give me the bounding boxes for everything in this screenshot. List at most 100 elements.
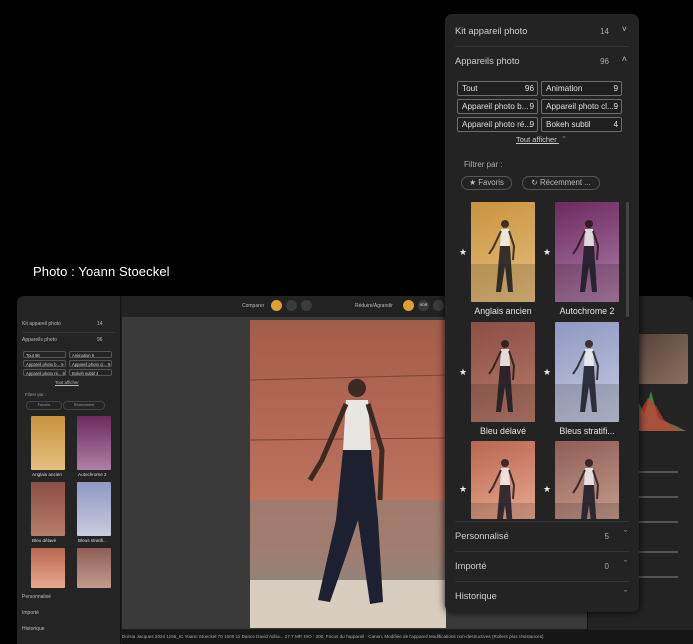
section-title: Historique	[455, 591, 497, 601]
filter-label: Filtrer par :	[464, 160, 503, 169]
chevron-up-icon: ˄	[621, 54, 627, 64]
section-cameras[interactable]: Appareils photo 96 ˄	[445, 46, 639, 76]
dancer-silhouette	[555, 340, 619, 422]
category-count: 9	[613, 102, 618, 111]
filter-favorites-button[interactable]: ★ Favoris	[461, 176, 512, 190]
reduce-label: Réduire/Agrandir	[355, 303, 393, 309]
app-cat-b[interactable]: Appareil photo b... 9	[23, 360, 66, 367]
app-filter-recent[interactable]: Récemment	[63, 401, 105, 410]
app-look-name: Autochrome 2	[78, 472, 107, 477]
dancer-silhouette	[555, 459, 619, 519]
category-count: 96	[524, 84, 534, 93]
app-look-thumb[interactable]	[31, 482, 65, 536]
section-imported[interactable]: Importé 0 ˇ	[445, 551, 639, 581]
app-look-name: Bleus stratifi...	[78, 538, 107, 543]
look-thumbnail-autochrome[interactable]	[555, 202, 619, 302]
category-count: 9	[529, 102, 534, 111]
star-icon[interactable]: ★	[459, 484, 467, 495]
app-look-thumb[interactable]	[77, 482, 111, 536]
app-kit-count: 14	[97, 321, 103, 327]
category-camera-b[interactable]: Appareil photo b... 9	[457, 99, 538, 114]
compare-button[interactable]	[271, 300, 282, 311]
look-name: Bleus stratifi...	[559, 426, 615, 436]
category-count: 9	[529, 120, 534, 129]
app-filter-favorites[interactable]: Favoris	[26, 401, 62, 410]
look-thumbnail-bleu-delave[interactable]	[471, 322, 535, 422]
app-look-name: Bleu délavé	[32, 538, 57, 543]
category-bokeh[interactable]: Bokeh subtil 4	[541, 117, 622, 132]
app-custom-title[interactable]: Personnalisé	[22, 594, 51, 600]
compare-label: Comparer	[242, 303, 265, 309]
app-look-name: Anglais ancien	[32, 472, 62, 477]
app-filter-label: Filtrer par :	[25, 392, 47, 397]
star-icon[interactable]: ★	[543, 484, 551, 495]
section-title: Importé	[455, 561, 487, 571]
category-camera-cl[interactable]: Appareil photo cl... 9	[541, 99, 622, 114]
app-cat-animation[interactable]: Animation 9	[69, 351, 112, 358]
category-label: Animation	[546, 84, 583, 93]
dancer-illustration	[249, 374, 447, 628]
category-label: Appareil photo cl...	[546, 102, 614, 111]
category-all[interactable]: Tout 96	[457, 81, 538, 96]
chevron-down-icon: ˇ	[562, 135, 566, 144]
dancer-silhouette	[555, 220, 619, 302]
category-label: Appareil photo b...	[462, 102, 529, 111]
section-count: 14	[600, 27, 609, 36]
fit-button[interactable]	[433, 300, 444, 311]
chevron-down-icon: ˇ	[624, 529, 627, 539]
app-look-thumb[interactable]	[31, 548, 65, 588]
category-count: 4	[613, 120, 618, 129]
dancer-silhouette	[471, 220, 535, 302]
category-animation[interactable]: Animation 9	[541, 81, 622, 96]
section-count: 0	[604, 562, 609, 571]
show-all-link[interactable]: Tout afficher ˇ	[516, 135, 565, 144]
category-label: Bokeh subtil	[546, 120, 591, 129]
zoom-button[interactable]	[403, 300, 414, 311]
section-title: Appareils photo	[455, 56, 520, 66]
star-icon[interactable]: ★	[459, 367, 467, 378]
hdr-button[interactable]: HDR	[418, 300, 429, 311]
look-thumbnail[interactable]	[555, 441, 619, 519]
look-thumbnail[interactable]	[471, 441, 535, 519]
app-look-thumb[interactable]	[77, 548, 111, 588]
app-show-all[interactable]: Tout afficher	[55, 380, 79, 385]
app-imported-title[interactable]: Importé	[22, 610, 39, 616]
scrollbar[interactable]	[626, 202, 629, 317]
star-icon[interactable]: ★	[543, 247, 551, 258]
side-view-button[interactable]	[301, 300, 312, 311]
section-history[interactable]: Historique ˇ	[445, 581, 639, 611]
section-title: Kit appareil photo	[455, 26, 528, 36]
category-camera-re[interactable]: Appareil photo ré... 9	[457, 117, 538, 132]
app-cat-bokeh[interactable]: Bokeh subtil 4	[69, 369, 112, 376]
star-icon[interactable]: ★	[459, 247, 467, 258]
chevron-down-icon: ˇ	[624, 589, 627, 599]
section-count: 96	[600, 57, 609, 66]
app-cat-re[interactable]: Appareil photo ré... 9	[23, 369, 66, 376]
star-icon[interactable]: ★	[543, 367, 551, 378]
section-camera-kit[interactable]: Kit appareil photo 14 ˅	[445, 16, 639, 46]
section-custom[interactable]: Personnalisé 5 ˇ	[445, 521, 639, 551]
chevron-down-icon: ˇ	[624, 559, 627, 569]
look-thumbnail-bleus-stratifies[interactable]	[555, 322, 619, 422]
category-label: Appareil photo ré...	[462, 120, 532, 129]
split-view-button[interactable]	[286, 300, 297, 311]
app-kit-title[interactable]: Kit appareil photo	[22, 321, 61, 327]
status-bar: Dorsia Jacques 2024 1155_IC Yoann Stoeck…	[122, 630, 693, 644]
looks-panel: Kit appareil photo 14 ˅ Appareils photo …	[445, 14, 639, 612]
category-count: 9	[613, 84, 618, 93]
app-cat-all[interactable]: Tout 96	[23, 351, 66, 358]
app-cameras-count: 96	[97, 337, 103, 343]
app-look-thumb[interactable]	[77, 416, 111, 470]
dancer-silhouette	[471, 459, 535, 519]
app-cat-cl[interactable]: Appareil photo cl... 9	[69, 360, 112, 367]
show-all-label: Tout afficher	[516, 135, 557, 144]
section-count: 5	[604, 532, 609, 541]
filter-recent-button[interactable]: ↻ Récemment ...	[522, 176, 600, 190]
app-left-panel: Kit appareil photo 14 Appareils photo 96…	[17, 296, 121, 644]
look-thumbnail-anglais-ancien[interactable]	[471, 202, 535, 302]
category-label: Tout	[462, 84, 478, 93]
app-history-title[interactable]: Historique	[22, 626, 45, 632]
app-cameras-title[interactable]: Appareils photo	[22, 337, 57, 343]
dancer-silhouette	[471, 340, 535, 422]
app-look-thumb[interactable]	[31, 416, 65, 470]
